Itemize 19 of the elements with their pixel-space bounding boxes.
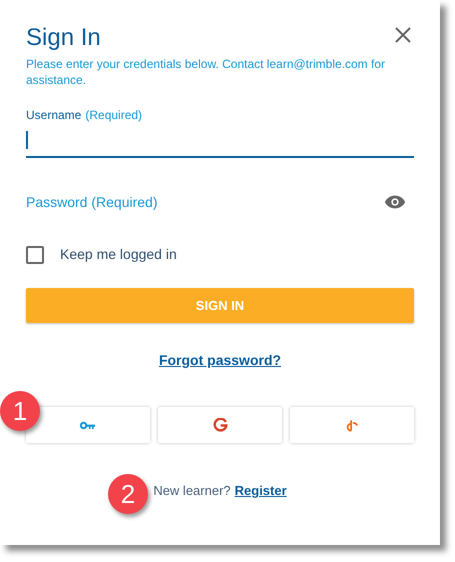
hook-icon bbox=[345, 418, 359, 432]
register-link[interactable]: Register bbox=[234, 481, 287, 500]
instructions-text: Please enter your credentials below. Contact learn@trimble.com for assistance. bbox=[26, 56, 386, 88]
forgot-password-link[interactable]: Forgot password? bbox=[158, 350, 282, 371]
text-cursor bbox=[26, 131, 28, 149]
callout-badge: 1 bbox=[0, 391, 40, 431]
remember-label: Keep me logged in bbox=[60, 245, 177, 264]
remember-checkbox[interactable] bbox=[26, 246, 44, 264]
new-learner-text: New learner? bbox=[153, 482, 231, 500]
callout-badge: 2 bbox=[108, 474, 148, 514]
close-button[interactable] bbox=[394, 26, 412, 44]
google-g-icon bbox=[212, 418, 228, 432]
show-password-icon[interactable] bbox=[384, 194, 406, 210]
required-note: (Required) bbox=[85, 107, 142, 124]
password-field[interactable]: Password (Required) bbox=[26, 192, 326, 212]
username-label: Username bbox=[26, 107, 82, 124]
dialog-title: Sign In bbox=[26, 23, 101, 53]
key-icon bbox=[80, 420, 96, 430]
sign-in-option-button[interactable] bbox=[26, 407, 150, 443]
